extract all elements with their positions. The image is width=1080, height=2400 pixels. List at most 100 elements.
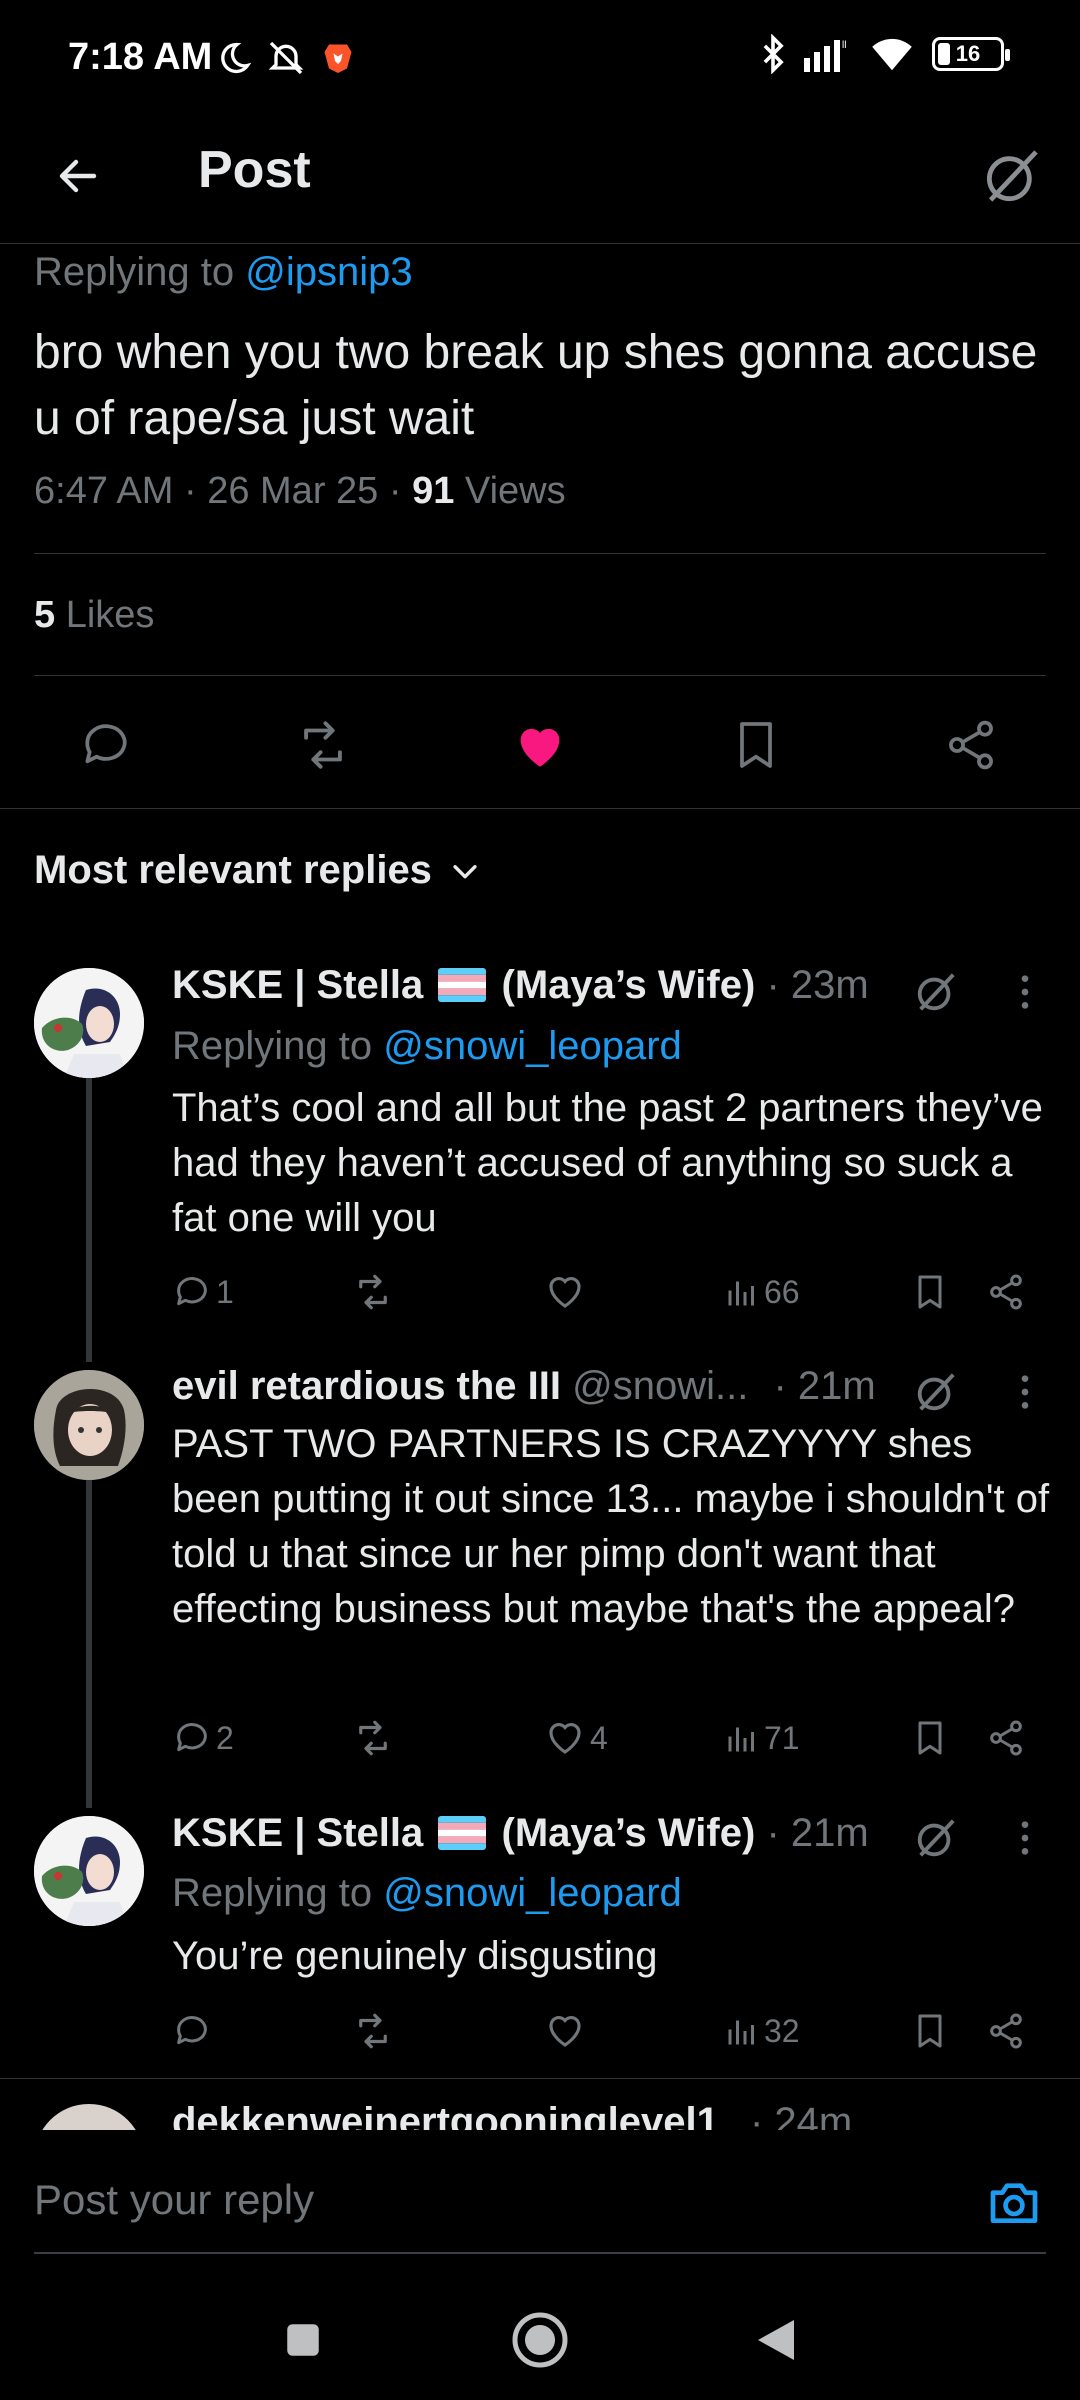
like-button[interactable]	[544, 1264, 586, 1320]
share-button[interactable]	[986, 2003, 1026, 2059]
avatar[interactable]	[34, 968, 144, 1078]
bookmark-button[interactable]	[910, 1710, 950, 1766]
more-options-button[interactable]	[1000, 962, 1050, 1022]
avatar[interactable]	[34, 1370, 144, 1480]
grok-button[interactable]	[906, 1808, 966, 1868]
brave-icon	[320, 40, 356, 76]
like-button[interactable]	[544, 2003, 586, 2059]
signal-icon: ll	[804, 36, 852, 72]
replying-handle-link[interactable]: @snowi_leopard	[383, 1871, 682, 1915]
comment-icon	[172, 1272, 212, 1312]
more-options-button[interactable]	[1000, 1362, 1050, 1422]
grok-button[interactable]	[972, 136, 1052, 216]
reply-button[interactable]: 2	[172, 1710, 234, 1766]
reply-text: You’re genuinely disgusting	[172, 1934, 658, 1978]
replying-handle-link[interactable]: @snowi_leopard	[383, 1024, 682, 1068]
repost-button[interactable]	[352, 1710, 394, 1766]
reply-header: KSKE | Stella (Maya’s Wife) · 23m	[172, 963, 869, 1008]
divider	[34, 675, 1046, 676]
reply-header: KSKE | Stella (Maya’s Wife) · 21m	[172, 1811, 869, 1856]
replying-to-line: Replying to @snowi_leopard	[172, 1024, 682, 1069]
analytics-icon	[724, 1274, 760, 1310]
trans-flag-icon	[438, 1816, 487, 1850]
more-vertical-icon	[1019, 972, 1031, 1012]
views-button[interactable]: 32	[724, 2003, 800, 2059]
bookmark-icon	[910, 2011, 950, 2051]
like-button[interactable]	[500, 700, 580, 790]
chevron-down-icon	[448, 854, 482, 888]
reply-time: · 21m	[766, 1811, 869, 1855]
replies-sort-label: Most relevant replies	[34, 848, 432, 892]
grok-button[interactable]	[906, 1362, 966, 1422]
share-button[interactable]	[931, 700, 1011, 790]
avatar[interactable]	[34, 1816, 144, 1926]
share-button[interactable]	[986, 1264, 1026, 1320]
repost-icon	[352, 1717, 394, 1759]
repost-icon	[294, 716, 352, 774]
battery-level: 16	[955, 41, 981, 66]
grok-icon	[913, 1815, 959, 1861]
repost-icon	[352, 1271, 394, 1313]
repost-button[interactable]	[352, 1264, 394, 1320]
arrow-left-icon	[54, 152, 102, 200]
replying-to-line: Replying to @ipsnip3	[34, 250, 413, 295]
repost-button[interactable]	[283, 700, 363, 790]
reply-button[interactable]	[172, 2003, 212, 2059]
replying-prefix: Replying to	[34, 250, 235, 294]
back-button[interactable]	[44, 142, 112, 210]
reply-button[interactable]	[66, 700, 146, 790]
wifi-icon	[870, 36, 914, 72]
home-button[interactable]	[500, 2300, 580, 2380]
display-name[interactable]: KSKE | Stella	[172, 963, 423, 1007]
repost-icon	[352, 2010, 394, 2052]
moon-icon	[216, 40, 252, 76]
camera-icon	[986, 2174, 1042, 2230]
back-nav-button[interactable]	[736, 2300, 816, 2380]
reply-time: · 23m	[766, 963, 869, 1007]
more-vertical-icon	[1019, 1372, 1031, 1412]
thread-line	[86, 1478, 92, 1808]
bookmark-icon	[910, 1272, 950, 1312]
recents-button[interactable]	[263, 2300, 343, 2380]
views-label: Views	[464, 470, 566, 512]
replying-handle-link[interactable]: @ipsnip3	[245, 250, 412, 294]
reply-count: 1	[216, 1273, 234, 1310]
views-button[interactable]: 66	[724, 1264, 800, 1320]
replies-sort-dropdown[interactable]: Most relevant replies	[34, 848, 482, 893]
top-app-bar: Post	[0, 120, 1080, 244]
grok-button[interactable]	[906, 962, 966, 1022]
like-button[interactable]: 4	[544, 1710, 608, 1766]
reply-input[interactable]: Post your reply	[34, 2176, 314, 2224]
bookmark-button[interactable]	[910, 2003, 950, 2059]
comment-icon	[172, 2011, 212, 2051]
composer-underline	[34, 2252, 1046, 2254]
view-count: 71	[764, 1719, 800, 1756]
bookmark-icon	[728, 717, 784, 773]
replying-prefix: Replying to	[172, 1871, 373, 1915]
bookmark-button[interactable]	[910, 1264, 950, 1320]
camera-button[interactable]	[982, 2170, 1046, 2234]
display-name[interactable]: evil retardious the III	[172, 1364, 561, 1408]
reply-actions: 32	[172, 2003, 1052, 2059]
heart-icon	[544, 1717, 586, 1759]
display-name[interactable]: KSKE | Stella	[172, 1811, 423, 1855]
views-button[interactable]: 71	[724, 1710, 800, 1766]
share-icon	[986, 1272, 1026, 1312]
reply-button[interactable]: 1	[172, 1264, 234, 1320]
replying-prefix: Replying to	[172, 1024, 373, 1068]
analytics-icon	[724, 2013, 760, 2049]
heart-filled-icon	[511, 716, 569, 774]
repost-button[interactable]	[352, 2003, 394, 2059]
user-handle[interactable]: @snowi...	[572, 1364, 748, 1408]
share-icon	[986, 2011, 1026, 2051]
likes-count: 5	[34, 594, 56, 636]
grok-icon	[980, 144, 1044, 208]
square-icon	[282, 2319, 324, 2361]
section-divider	[0, 808, 1080, 809]
likes-summary[interactable]: 5 Likes	[34, 594, 154, 637]
views-count: 91	[412, 470, 455, 512]
share-button[interactable]	[986, 1710, 1026, 1766]
bookmark-button[interactable]	[716, 700, 796, 790]
heart-icon	[544, 1271, 586, 1313]
more-options-button[interactable]	[1000, 1808, 1050, 1868]
